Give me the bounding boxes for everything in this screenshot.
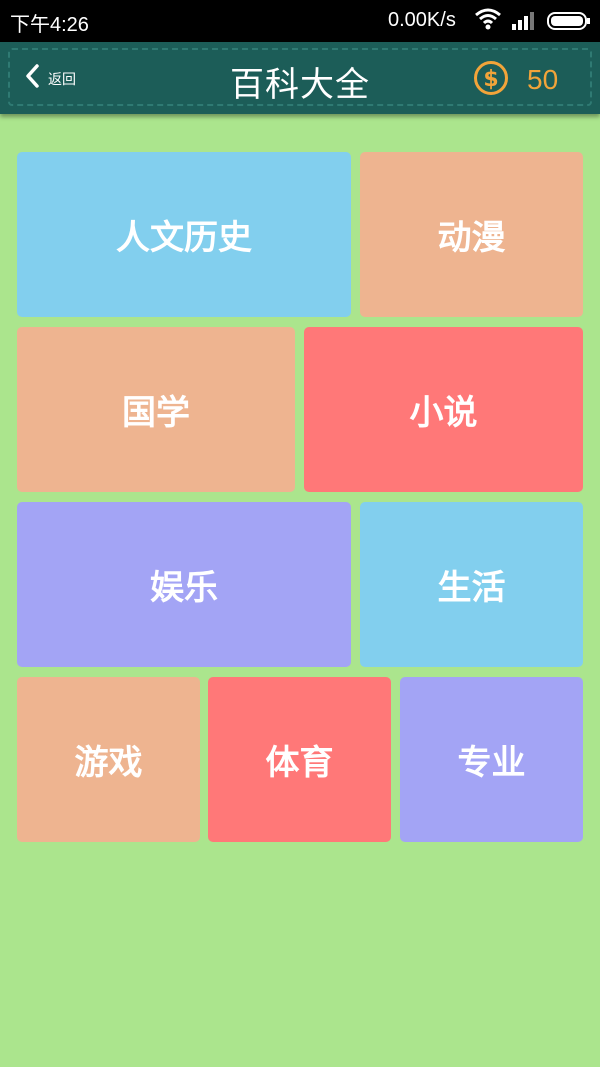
category-tile-novel[interactable]: 小说 xyxy=(304,327,583,492)
category-label: 小说 xyxy=(409,393,478,433)
status-time: 下午4:26 xyxy=(10,14,89,36)
app-header: 返回 百科大全 $ 50 xyxy=(0,42,600,114)
category-label: 动漫 xyxy=(437,218,506,258)
category-tile-professional[interactable]: 专业 xyxy=(400,677,583,842)
wifi-icon xyxy=(474,8,502,35)
category-tile-anime[interactable]: 动漫 xyxy=(360,152,583,317)
category-tile-games[interactable]: 游戏 xyxy=(17,677,200,842)
category-label: 专业 xyxy=(457,743,526,783)
dollar-coin-icon: $ xyxy=(473,60,509,100)
svg-text:$: $ xyxy=(483,67,498,92)
category-label: 人文历史 xyxy=(116,218,252,258)
category-tile-entertainment[interactable]: 娱乐 xyxy=(17,502,351,667)
category-tile-sinology[interactable]: 国学 xyxy=(17,327,295,492)
status-bar: 下午4:26 0.00K/s xyxy=(0,0,600,42)
coin-balance: $ 50 xyxy=(473,60,558,100)
category-tile-life[interactable]: 生活 xyxy=(360,502,583,667)
network-rate: 0.00K/s xyxy=(388,9,456,31)
signal-icon xyxy=(512,10,538,35)
category-tile-humanities-history[interactable]: 人文历史 xyxy=(17,152,351,317)
category-label: 娱乐 xyxy=(150,568,218,608)
category-tile-sports[interactable]: 体育 xyxy=(208,677,391,842)
category-label: 体育 xyxy=(265,743,334,783)
category-label: 国学 xyxy=(122,393,190,433)
coin-count: 50 xyxy=(527,64,559,95)
category-label: 游戏 xyxy=(74,743,143,783)
battery-icon xyxy=(547,12,591,35)
category-label: 生活 xyxy=(437,568,506,608)
